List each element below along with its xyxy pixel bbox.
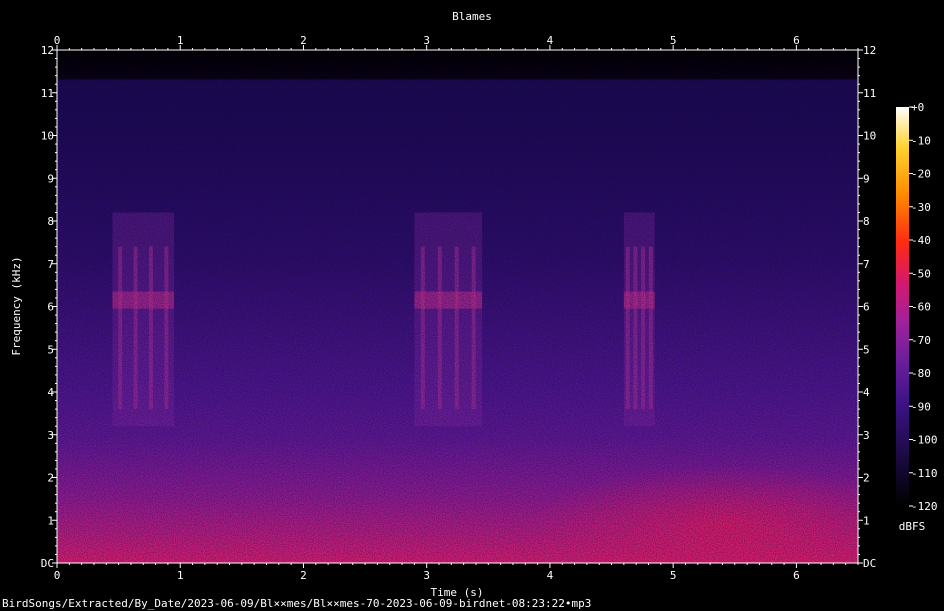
spectrogram-chart: 00112233445566 DC DC1 12 23 34 45 56 67 78 89 910 1… bbox=[10, 10, 938, 599]
colorbar-label: dBFS bbox=[899, 520, 926, 533]
y-tick-label-right: 11 bbox=[863, 87, 876, 100]
y-tick-label-right: 5 bbox=[863, 343, 870, 356]
y-tick-label: 3 bbox=[47, 429, 54, 442]
chart-title: Blames bbox=[452, 10, 492, 23]
x-tick-label-top: 2 bbox=[300, 34, 307, 47]
x-tick-label: 3 bbox=[423, 569, 430, 582]
y-tick-label-right: 10 bbox=[863, 130, 876, 143]
y-tick-label: 7 bbox=[47, 258, 54, 271]
y-tick-label-right: 1 bbox=[863, 514, 870, 527]
x-tick-label: 2 bbox=[300, 569, 307, 582]
colorbar-gradient bbox=[896, 107, 909, 506]
plot-area bbox=[57, 50, 858, 563]
y-tick-label: 4 bbox=[47, 386, 54, 399]
y-tick-label-right: 2 bbox=[863, 472, 870, 485]
y-tick-label: 8 bbox=[47, 215, 54, 228]
y-tick-label-right: 4 bbox=[863, 386, 870, 399]
y-tick-label-right: DC bbox=[863, 557, 876, 570]
x-tick-label-top: 1 bbox=[177, 34, 184, 47]
noise-texture bbox=[57, 50, 858, 563]
colorbar-tick-label: -90 bbox=[911, 400, 931, 413]
colorbar-tick-label: -20 bbox=[911, 168, 931, 181]
x-tick-label: 6 bbox=[793, 569, 800, 582]
y-axis-label: Frequency (kHz) bbox=[10, 256, 23, 355]
x-tick-label: 1 bbox=[177, 569, 184, 582]
y-tick-label: 5 bbox=[47, 343, 54, 356]
y-tick-label: 6 bbox=[47, 301, 54, 314]
colorbar-tick-label: -110 bbox=[911, 467, 938, 480]
x-tick-label-top: 3 bbox=[423, 34, 430, 47]
y-tick-label: 10 bbox=[41, 130, 54, 143]
colorbar: +0 -10 -20 -30 -40 -50 -60 -70 -80 -90 -100 -110 -12… bbox=[896, 101, 938, 533]
colorbar-tick-label: -50 bbox=[911, 267, 931, 280]
file-path: BirdSongs/Extracted/By_Date/2023-06-09/B… bbox=[2, 597, 592, 610]
colorbar-tick-label: -100 bbox=[911, 434, 938, 447]
colorbar-tick-label: -80 bbox=[911, 367, 931, 380]
x-tick-label-top: 0 bbox=[54, 34, 61, 47]
y-tick-label-right: 9 bbox=[863, 172, 870, 185]
colorbar-tick-label: -60 bbox=[911, 301, 931, 314]
colorbar-tick-label: -40 bbox=[911, 234, 931, 247]
y-tick-label: 11 bbox=[41, 87, 54, 100]
colorbar-ticks: +0 -10 -20 -30 -40 -50 -60 -70 -80 -90 -100 -110 -12… bbox=[909, 101, 938, 513]
y-tick-label-right: 6 bbox=[863, 301, 870, 314]
y-tick-label: 2 bbox=[47, 472, 54, 485]
y-tick-label-right: 8 bbox=[863, 215, 870, 228]
colorbar-tick-label: -70 bbox=[911, 334, 931, 347]
y-tick-label: 9 bbox=[47, 172, 54, 185]
colorbar-tick-label: -30 bbox=[911, 201, 931, 214]
colorbar-tick-label: -120 bbox=[911, 500, 938, 513]
y-tick-label-right: 7 bbox=[863, 258, 870, 271]
x-tick-label: 4 bbox=[547, 569, 554, 582]
y-tick-label: 1 bbox=[47, 514, 54, 527]
colorbar-tick-label: +0 bbox=[911, 101, 924, 114]
y-tick-label-right: 3 bbox=[863, 429, 870, 442]
y-tick-label: DC bbox=[41, 557, 54, 570]
colorbar-tick-label: -10 bbox=[911, 134, 931, 147]
x-tick-label-top: 5 bbox=[670, 34, 677, 47]
y-tick-label-right: 12 bbox=[863, 44, 876, 57]
x-tick-label-top: 6 bbox=[793, 34, 800, 47]
y-tick-label: 12 bbox=[41, 44, 54, 57]
x-tick-label: 5 bbox=[670, 569, 677, 582]
x-tick-label: 0 bbox=[54, 569, 61, 582]
x-tick-label-top: 4 bbox=[547, 34, 554, 47]
